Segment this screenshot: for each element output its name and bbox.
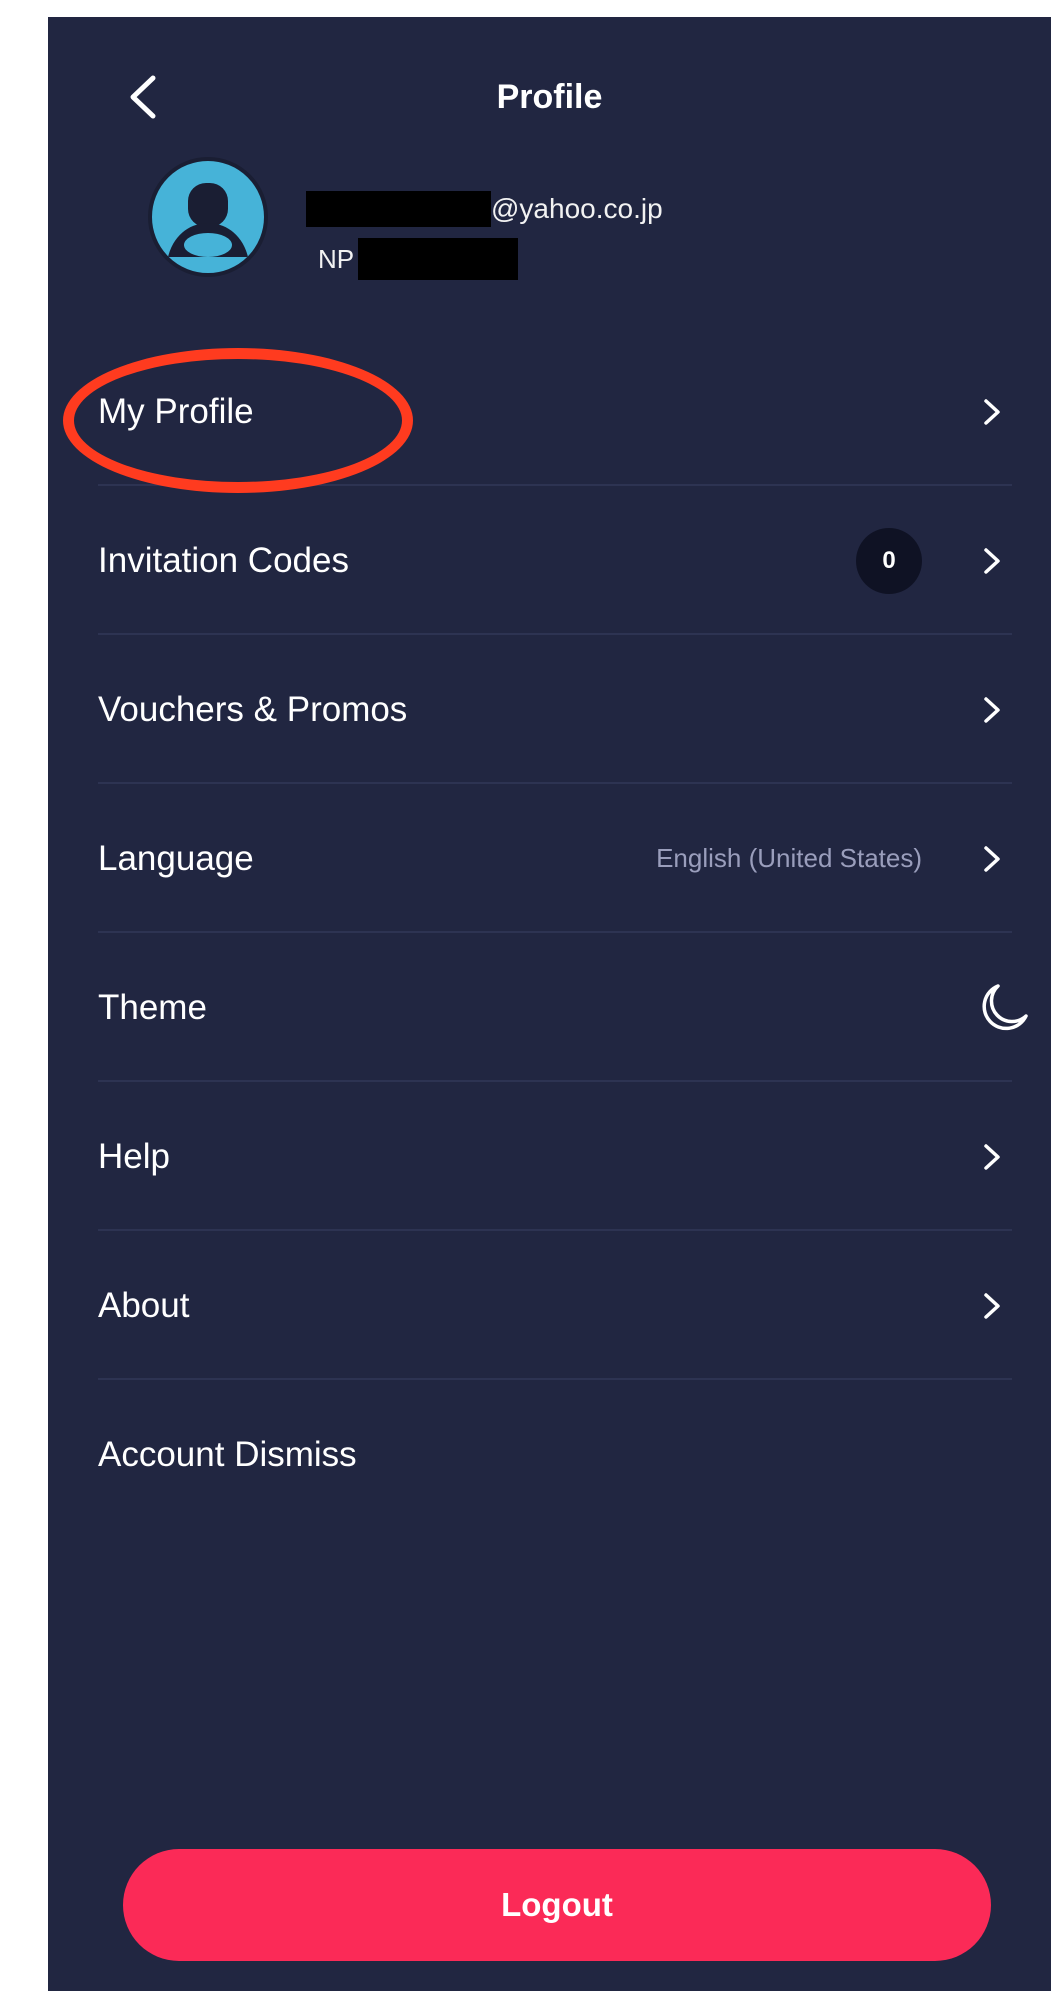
menu-item-vouchers-promos[interactable]: Vouchers & Promos (98, 635, 1012, 784)
logout-button[interactable]: Logout (123, 1849, 991, 1961)
invitation-count-badge: 0 (856, 527, 922, 594)
user-avatar-icon (168, 183, 248, 257)
menu-item-about[interactable]: About (98, 1231, 1012, 1380)
chevron-right-icon (972, 1286, 1012, 1326)
page-title-container: Profile (48, 57, 1051, 137)
user-id-prefix: NP (318, 243, 355, 274)
email-suffix: @yahoo.co.jp (491, 193, 663, 224)
menu-item-label: About (98, 1285, 190, 1325)
moon-icon[interactable] (972, 978, 1032, 1038)
chevron-right-icon (972, 690, 1012, 730)
chevron-left-icon (130, 75, 156, 119)
redacted-user-id (358, 238, 519, 280)
logout-label: Logout (501, 1886, 613, 1923)
back-button[interactable] (113, 57, 173, 137)
menu-item-label: Account Dismiss (98, 1434, 357, 1474)
menu-item-account-dismiss[interactable]: Account Dismiss (98, 1380, 1012, 1529)
menu-item-label: Help (98, 1136, 170, 1176)
chevron-right-icon (972, 1137, 1012, 1177)
menu-item-right (972, 635, 1012, 784)
redacted-email-local (306, 191, 491, 227)
menu-item-label: Vouchers & Promos (98, 689, 408, 729)
menu-item-right (972, 1082, 1012, 1231)
menu-item-right: English (United States) (656, 784, 1012, 933)
user-email: @yahoo.co.jp (306, 189, 663, 229)
menu-item-label: Invitation Codes (98, 540, 349, 580)
chevron-right-icon (972, 839, 1012, 879)
menu-item-language[interactable]: Language English (United States) (98, 784, 1012, 933)
profile-screen: Profile @yahoo.co.jp NP My Profile Invit… (48, 17, 1051, 1991)
menu-item-right (972, 1231, 1012, 1380)
profile-menu: My Profile Invitation Codes 0 Vouchers &… (63, 337, 1028, 1529)
menu-item-my-profile[interactable]: My Profile (63, 337, 1012, 493)
chevron-right-icon (972, 392, 1012, 432)
avatar[interactable] (148, 157, 268, 277)
user-id: NP (318, 237, 519, 281)
menu-item-right (972, 337, 1012, 486)
menu-item-invitation-codes[interactable]: Invitation Codes 0 (98, 486, 1012, 635)
menu-item-label: My Profile (98, 391, 254, 431)
menu-item-right (972, 933, 1032, 1082)
menu-item-label: Theme (98, 987, 207, 1027)
chevron-right-icon (972, 541, 1012, 581)
menu-item-help[interactable]: Help (98, 1082, 1012, 1231)
menu-item-label: Language (98, 838, 254, 878)
menu-item-theme[interactable]: Theme (98, 933, 1028, 1082)
language-value: English (United States) (656, 843, 922, 873)
menu-item-right: 0 (856, 486, 1012, 635)
page-title: Profile (496, 78, 603, 116)
